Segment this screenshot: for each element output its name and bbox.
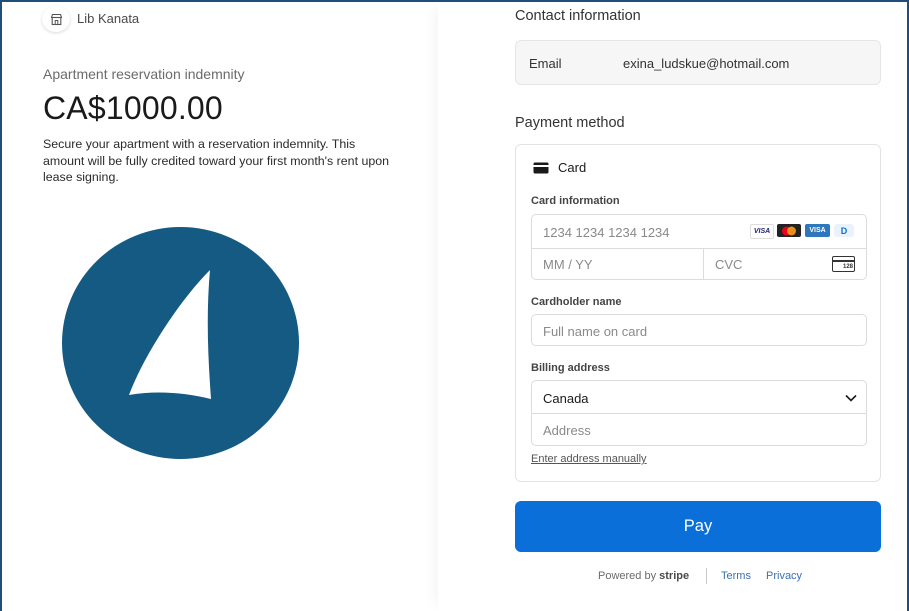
billing-address-label: Billing address: [531, 362, 610, 374]
cardholder-label: Cardholder name: [531, 296, 622, 308]
privacy-link[interactable]: Privacy: [766, 570, 802, 582]
amount-total: CA$1000.00: [43, 90, 223, 126]
email-field[interactable]: Email exina_ludskue@hotmail.com: [515, 40, 881, 85]
amex-icon: VISA: [805, 224, 830, 237]
address-input[interactable]: Address: [543, 423, 591, 438]
product-summary-panel: Lib Kanata Apartment reservation indemni…: [2, 0, 438, 611]
card-method-option[interactable]: Card: [533, 160, 586, 175]
card-info-label: Card information: [531, 195, 620, 207]
visa-icon: VISA: [750, 224, 774, 239]
card-number-input[interactable]: 1234 1234 1234 1234: [543, 225, 670, 240]
expiry-input[interactable]: MM / YY: [543, 257, 593, 272]
terms-link[interactable]: Terms: [721, 570, 751, 582]
mastercard-icon: [777, 224, 801, 237]
email-value: exina_ludskue@hotmail.com: [623, 56, 790, 71]
card-method-label: Card: [558, 160, 587, 175]
product-description: Secure your apartment with a reservation…: [43, 137, 390, 184]
diners-club-icon: D: [834, 224, 854, 237]
cvc-card-icon: 128: [832, 256, 855, 272]
footer-divider: [706, 568, 707, 584]
store-name[interactable]: Lib Kanata: [77, 11, 139, 26]
cardholder-name-input[interactable]: Full name on card: [531, 314, 867, 346]
card-info-group: 1234 1234 1234 1234 VISA VISA D MM / YY …: [531, 214, 867, 280]
cardholder-placeholder: Full name on card: [543, 324, 648, 339]
powered-by-stripe[interactable]: Powered by stripe: [598, 570, 689, 582]
product-name: Apartment reservation indemnity: [43, 66, 245, 82]
billing-address-group: Canada Address: [531, 380, 867, 446]
payment-card-panel: Card Card information 1234 1234 1234 123…: [515, 144, 881, 482]
merchant-logo-icon: [62, 227, 299, 459]
enter-address-manually-link[interactable]: Enter address manually: [531, 453, 647, 465]
stripe-wordmark: stripe: [659, 570, 690, 582]
credit-card-icon: [533, 162, 549, 173]
email-label: Email: [529, 56, 562, 71]
contact-info-title: Contact information: [515, 8, 641, 24]
store-icon[interactable]: [42, 6, 70, 32]
pay-button[interactable]: Pay: [515, 501, 881, 552]
payment-method-title: Payment method: [515, 115, 625, 131]
chevron-down-icon[interactable]: [845, 394, 857, 402]
cvc-input[interactable]: CVC: [715, 257, 742, 272]
country-select[interactable]: Canada: [543, 391, 589, 406]
